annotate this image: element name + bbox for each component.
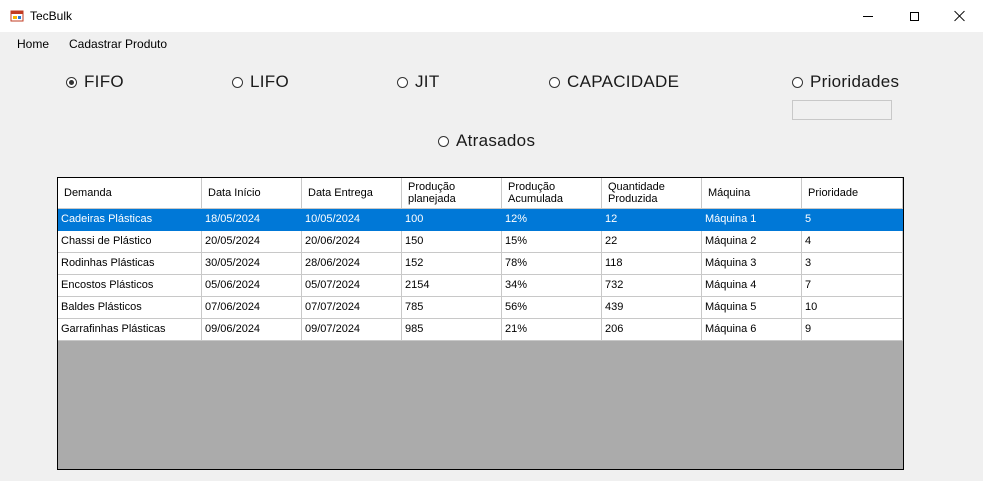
cell-data-entrega[interactable]: 07/07/2024 [302, 297, 402, 319]
column-header-producao-planejada[interactable]: Produção planejada [402, 178, 502, 209]
cell-demanda[interactable]: Encostos Plásticos [58, 275, 202, 297]
cell-producao-acumulada[interactable]: 34% [502, 275, 602, 297]
column-header-data-inicio[interactable]: Data Início [202, 178, 302, 209]
cell-data-inicio[interactable]: 30/05/2024 [202, 253, 302, 275]
cell-prioridade[interactable]: 4 [802, 231, 903, 253]
cell-demanda[interactable]: Chassi de Plástico [58, 231, 202, 253]
cell-prioridade[interactable]: 10 [802, 297, 903, 319]
radio-capacidade[interactable]: CAPACIDADE [549, 72, 679, 92]
table-header: Demanda Data Início Data Entrega Produçã… [58, 178, 903, 209]
cell-producao-planejada[interactable]: 150 [402, 231, 502, 253]
radio-icon [549, 76, 560, 88]
cell-producao-acumulada[interactable]: 12% [502, 209, 602, 231]
menu-item-home[interactable]: Home [17, 37, 49, 51]
radio-prioridades-label: Prioridades [810, 72, 900, 91]
cell-quantidade-produzida[interactable]: 206 [602, 319, 702, 341]
column-header-quantidade-produzida[interactable]: Quantidade Produzida [602, 178, 702, 209]
cell-data-inicio[interactable]: 09/06/2024 [202, 319, 302, 341]
table-row[interactable]: Chassi de Plástico 20/05/2024 20/06/2024… [58, 231, 903, 253]
column-header-data-entrega[interactable]: Data Entrega [302, 178, 402, 209]
cell-prioridade[interactable]: 3 [802, 253, 903, 275]
radio-fifo[interactable]: FIFO [66, 72, 124, 92]
cell-producao-acumulada[interactable]: 21% [502, 319, 602, 341]
menu-bar: Home Cadastrar Produto [0, 32, 983, 56]
cell-producao-acumulada[interactable]: 78% [502, 253, 602, 275]
column-header-maquina[interactable]: Máquina [702, 178, 802, 209]
maximize-icon [909, 11, 919, 21]
cell-data-inicio[interactable]: 18/05/2024 [202, 209, 302, 231]
radio-lifo[interactable]: LIFO [232, 72, 289, 92]
cell-demanda[interactable]: Baldes Plásticos [58, 297, 202, 319]
close-button[interactable] [937, 0, 983, 32]
cell-maquina[interactable]: Máquina 5 [702, 297, 802, 319]
cell-data-entrega[interactable]: 28/06/2024 [302, 253, 402, 275]
cell-producao-planejada[interactable]: 152 [402, 253, 502, 275]
radio-atrasados-label: Atrasados [456, 131, 536, 150]
cell-demanda[interactable]: Garrafinhas Plásticas [58, 319, 202, 341]
cell-data-entrega[interactable]: 09/07/2024 [302, 319, 402, 341]
minimize-button[interactable] [845, 0, 891, 32]
cell-demanda[interactable]: Rodinhas Plásticas [58, 253, 202, 275]
column-header-demanda[interactable]: Demanda [58, 178, 202, 209]
radio-icon [792, 76, 803, 88]
cell-producao-acumulada[interactable]: 56% [502, 297, 602, 319]
cell-quantidade-produzida[interactable]: 439 [602, 297, 702, 319]
cell-data-inicio[interactable]: 20/05/2024 [202, 231, 302, 253]
maximize-button[interactable] [891, 0, 937, 32]
cell-quantidade-produzida[interactable]: 732 [602, 275, 702, 297]
demand-table[interactable]: Demanda Data Início Data Entrega Produçã… [57, 177, 904, 470]
app-window-icon [10, 10, 24, 22]
table-row[interactable]: Baldes Plásticos 07/06/2024 07/07/2024 7… [58, 297, 903, 319]
table-row[interactable]: Rodinhas Plásticas 30/05/2024 28/06/2024… [58, 253, 903, 275]
radio-capacidade-label: CAPACIDADE [567, 72, 680, 91]
radio-checked-icon [66, 76, 77, 88]
radio-jit[interactable]: JIT [397, 72, 440, 92]
cell-prioridade[interactable]: 7 [802, 275, 903, 297]
cell-maquina[interactable]: Máquina 1 [702, 209, 802, 231]
radio-lifo-label: LIFO [250, 72, 289, 91]
cell-data-inicio[interactable]: 05/06/2024 [202, 275, 302, 297]
column-header-producao-acumulada[interactable]: Produção Acumulada [502, 178, 602, 209]
cell-quantidade-produzida[interactable]: 22 [602, 231, 702, 253]
cell-quantidade-produzida[interactable]: 12 [602, 209, 702, 231]
cell-maquina[interactable]: Máquina 4 [702, 275, 802, 297]
menu-item-cadastrar-produto[interactable]: Cadastrar Produto [69, 37, 167, 51]
table-row[interactable]: Encostos Plásticos 05/06/2024 05/07/2024… [58, 275, 903, 297]
table-row[interactable]: Garrafinhas Plásticas 09/06/2024 09/07/2… [58, 319, 903, 341]
radio-prioridades[interactable]: Prioridades [792, 72, 899, 92]
cell-data-entrega[interactable]: 10/05/2024 [302, 209, 402, 231]
cell-producao-acumulada[interactable]: 15% [502, 231, 602, 253]
window-title: TecBulk [30, 9, 73, 23]
cell-quantidade-produzida[interactable]: 118 [602, 253, 702, 275]
minimize-icon [863, 15, 873, 17]
title-bar[interactable]: TecBulk [0, 0, 983, 32]
cell-producao-planejada[interactable]: 2154 [402, 275, 502, 297]
cell-maquina[interactable]: Máquina 3 [702, 253, 802, 275]
radio-atrasados[interactable]: Atrasados [438, 131, 535, 151]
cell-producao-planejada[interactable]: 985 [402, 319, 502, 341]
close-icon [954, 10, 966, 22]
radio-fifo-label: FIFO [84, 72, 124, 91]
prioridades-input[interactable] [792, 100, 892, 120]
radio-icon [397, 76, 408, 88]
cell-maquina[interactable]: Máquina 2 [702, 231, 802, 253]
cell-demanda[interactable]: Cadeiras Plásticas [58, 209, 202, 231]
cell-prioridade[interactable]: 5 [802, 209, 903, 231]
cell-data-entrega[interactable]: 05/07/2024 [302, 275, 402, 297]
column-header-prioridade[interactable]: Prioridade [802, 178, 903, 209]
cell-producao-planejada[interactable]: 785 [402, 297, 502, 319]
radio-jit-label: JIT [415, 72, 440, 91]
cell-producao-planejada[interactable]: 100 [402, 209, 502, 231]
radio-icon [232, 76, 243, 88]
table-row[interactable]: Cadeiras Plásticas 18/05/2024 10/05/2024… [58, 209, 903, 231]
cell-prioridade[interactable]: 9 [802, 319, 903, 341]
cell-data-inicio[interactable]: 07/06/2024 [202, 297, 302, 319]
radio-icon [438, 135, 449, 147]
cell-maquina[interactable]: Máquina 6 [702, 319, 802, 341]
cell-data-entrega[interactable]: 20/06/2024 [302, 231, 402, 253]
